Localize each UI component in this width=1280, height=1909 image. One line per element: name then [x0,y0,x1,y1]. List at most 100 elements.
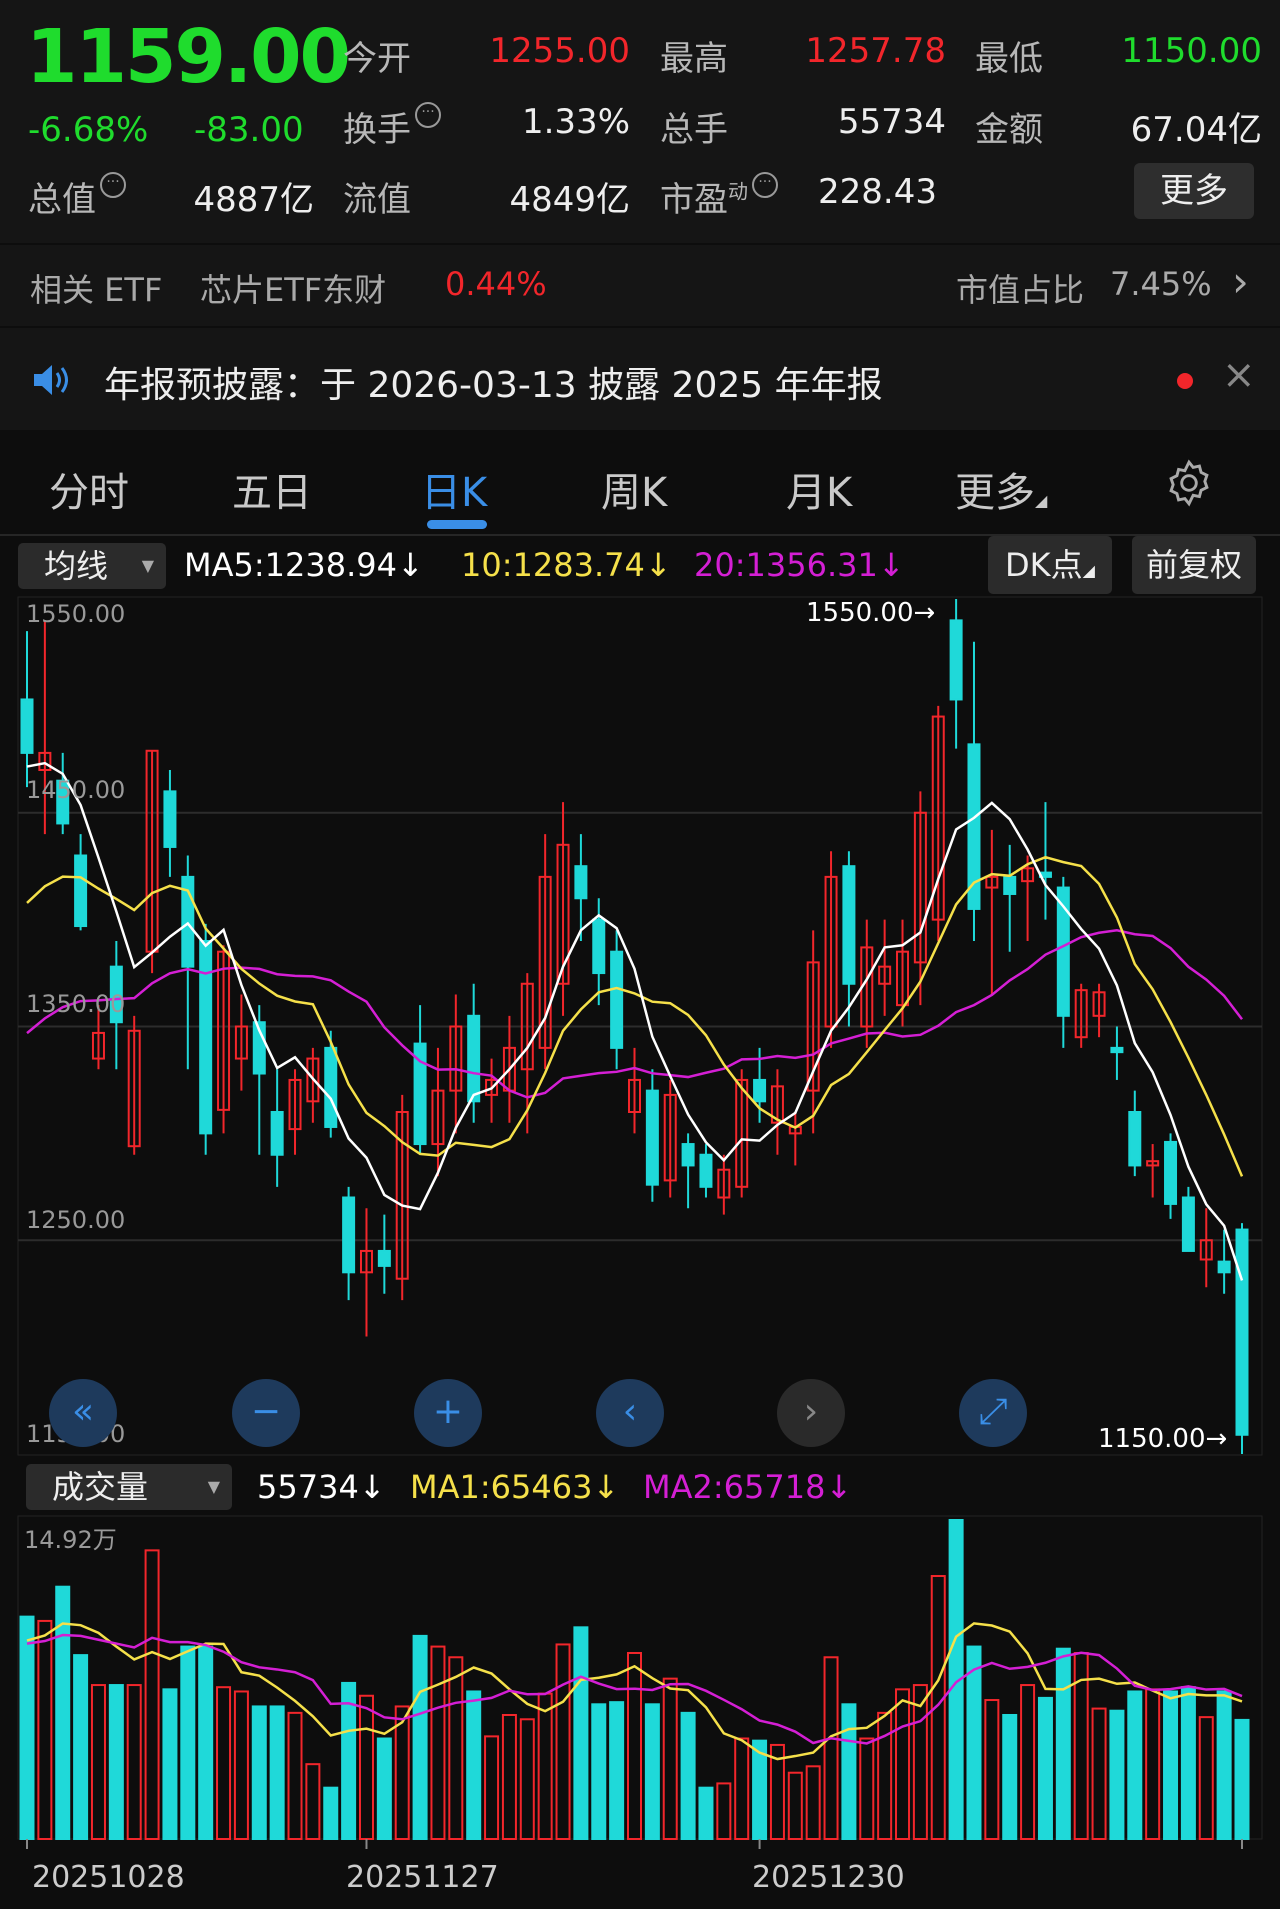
volume-bar [1234,1718,1250,1841]
chevron-left-icon[interactable]: ‹ [596,1379,664,1447]
volume-bar [466,1690,482,1840]
candle-down [1164,1140,1178,1205]
volume-bar [198,1645,214,1840]
candlestick-chart[interactable] [0,0,1280,1909]
volume-indicator-select[interactable]: 成交量 ▼ [26,1464,232,1510]
candle-down [1128,1111,1142,1167]
volume-bar [591,1703,607,1841]
volume-bar [287,1711,303,1840]
volume-indicator-label: 成交量 [52,1468,149,1506]
candle-down [645,1089,659,1186]
candle-down [270,1111,284,1156]
volume-bar [180,1645,196,1840]
rewind-double-left-icon[interactable]: « [49,1379,117,1447]
volume-bar [448,1656,464,1840]
chevron-right-icon[interactable]: › [777,1379,845,1447]
volume-bar [216,1686,232,1840]
volume-bar [1002,1713,1018,1840]
volume-bar [1198,1716,1214,1840]
zoom-out-minus-icon[interactable]: − [232,1379,300,1447]
y-tick-label: 1250.00 [26,1206,126,1234]
candle-down [842,865,856,985]
volume-bar [162,1688,178,1840]
volume-bar [1145,1688,1161,1840]
volume-bar [376,1737,392,1841]
candle-down [1217,1260,1231,1274]
volume-bar [323,1786,339,1840]
volume-bar [519,1718,535,1840]
volume-bar [251,1705,267,1841]
candle-down [324,1046,338,1128]
volume-bar [1109,1709,1125,1840]
candle-down [610,950,624,1049]
volume-bar [1055,1647,1071,1840]
y-tick-label: 1450.00 [26,776,126,804]
volume-bar [805,1765,821,1841]
volume-bar [609,1701,625,1841]
x-date-label: 20251127 [346,1860,499,1895]
candle-down [753,1078,767,1103]
volume-bar [108,1684,124,1840]
candle-down [1235,1228,1249,1436]
volume-bar [412,1634,428,1841]
volume-ma1: MA1:65463↓ [410,1468,620,1506]
volume-bar [680,1711,696,1840]
volume-bar [73,1654,89,1840]
volume-bar [484,1735,500,1841]
volume-ma2: MA2:65718↓ [643,1468,853,1506]
volume-bar [573,1626,589,1840]
volume-bar [734,1737,750,1841]
volume-bar [841,1703,857,1841]
y-tick-label: 1550.00 [26,600,126,628]
volume-bar [823,1656,839,1840]
volume-bar [233,1690,249,1840]
volume-bar [627,1651,642,1840]
volume-bar [501,1713,517,1840]
volume-bar [644,1703,660,1841]
volume-max-label: 14.92万 [24,1526,117,1554]
volume-bar [662,1677,678,1840]
candle-down [1110,1046,1124,1054]
candle-down [199,940,213,1135]
fullscreen-expand-icon[interactable]: ⤢ [959,1379,1027,1447]
volume-bar [358,1694,374,1841]
volume-bar [1091,1707,1107,1841]
volume-bar [895,1688,911,1840]
volume-bar [37,1619,53,1840]
candle-down [74,854,88,928]
max-price-marker: 1550.00→ [806,598,936,628]
volume-bar [1180,1686,1196,1840]
candle-down [949,619,963,701]
volume-bar [269,1705,285,1841]
volume-bar [966,1645,982,1840]
volume-bar [1216,1690,1232,1840]
volume-bar [555,1643,571,1841]
volume-bar [1127,1690,1143,1840]
candle-down [574,865,588,900]
candle-down [163,790,177,848]
volume-bar [859,1737,875,1841]
candle-down [681,1143,695,1167]
volume-bar [787,1771,803,1841]
candle-down [1003,875,1017,895]
volume-bar [912,1684,928,1840]
volume-bar [1020,1684,1036,1840]
volume-bar [144,1549,160,1840]
candle-down [20,698,34,754]
candle-down [592,918,606,975]
zoom-in-plus-icon[interactable]: + [414,1379,482,1447]
volume-bar [698,1786,714,1840]
min-price-marker: 1150.00→ [1098,1424,1228,1454]
volume-bar [537,1692,553,1840]
candle-down [699,1153,713,1188]
volume-bar [984,1699,1000,1841]
candle-down [377,1249,391,1267]
volume-bar [126,1684,142,1840]
candle-down [342,1196,356,1274]
candle-down [467,1014,481,1103]
y-tick-label: 1350.00 [26,990,126,1018]
volume-current: 55734↓ [257,1468,386,1506]
volume-bar [430,1645,446,1840]
volume-bar [1163,1690,1179,1840]
volume-bar [716,1782,732,1840]
